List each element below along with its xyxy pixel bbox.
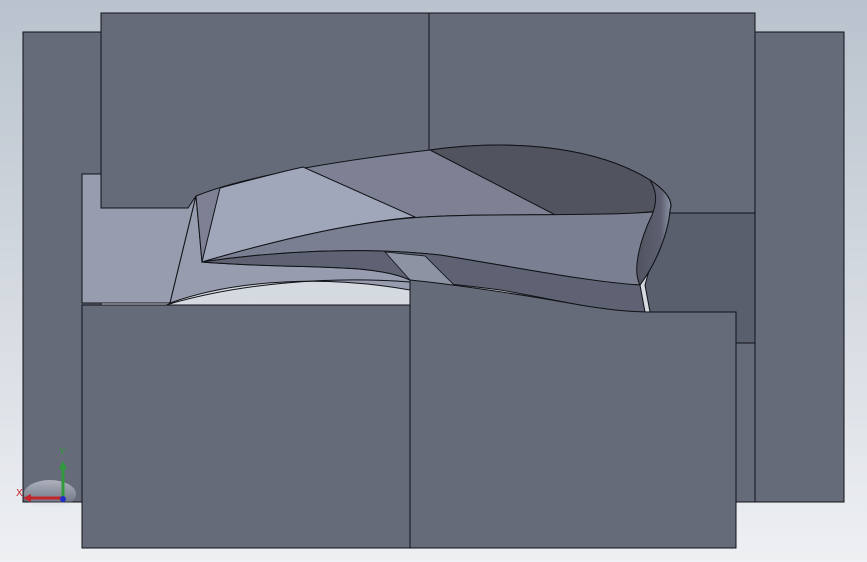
z-axis-dot <box>60 496 66 502</box>
back-plate-right[interactable] <box>754 31 845 503</box>
y-axis-label: Y <box>58 447 66 458</box>
x-axis-label: X <box>16 488 23 499</box>
triad-disc <box>24 480 76 508</box>
model-scene[interactable]: X Y <box>0 0 867 562</box>
graphics-viewport[interactable]: X Y <box>0 0 867 562</box>
back-plate-right-strip[interactable] <box>735 342 756 503</box>
lower-block-left-face[interactable] <box>81 304 411 549</box>
lower-block-right-face[interactable] <box>409 279 737 549</box>
